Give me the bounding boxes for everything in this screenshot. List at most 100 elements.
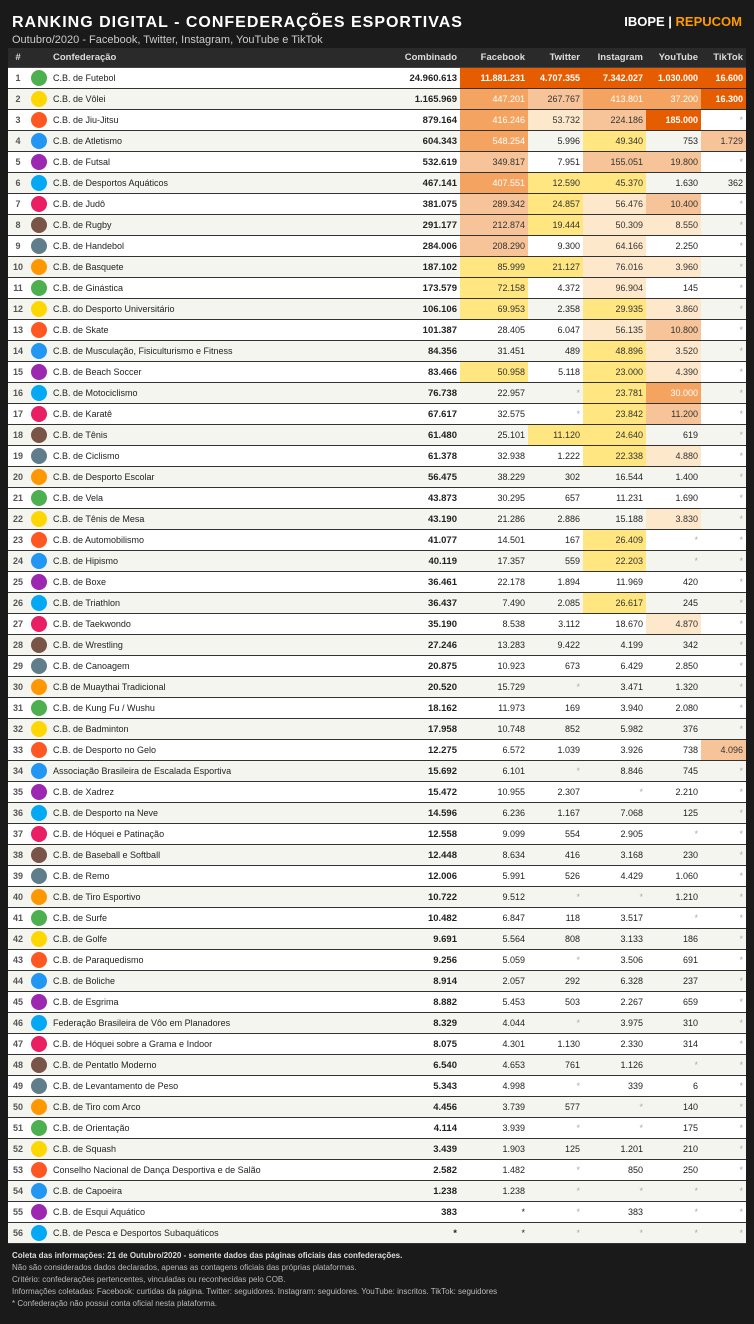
col-twitter: Twitter: [528, 48, 583, 68]
logo-cell: [28, 1076, 50, 1097]
confederation-name: C.B. de Judô: [50, 194, 385, 215]
combined-value: 41.077: [385, 530, 460, 551]
youtube-value: 314: [646, 1034, 701, 1055]
facebook-value: 349.817: [460, 152, 528, 173]
instagram-value: 3.133: [583, 929, 646, 950]
rank-cell: 25: [8, 572, 28, 593]
instagram-value: 11.969: [583, 572, 646, 593]
rank-cell: 43: [8, 950, 28, 971]
youtube-value: 145: [646, 278, 701, 299]
header-left: RANKING DIGITAL - CONFEDERAÇÕES ESPORTIV…: [12, 14, 463, 46]
twitter-value: 5.118: [528, 362, 583, 383]
table-row: 17C.B. de Karatê67.61732.575*23.84211.20…: [8, 404, 746, 425]
instagram-value: 64.166: [583, 236, 646, 257]
youtube-value: 376: [646, 719, 701, 740]
instagram-value: *: [583, 782, 646, 803]
combined-value: 36.437: [385, 593, 460, 614]
twitter-value: *: [528, 404, 583, 425]
facebook-value: 9.512: [460, 887, 528, 908]
youtube-value: 19.800: [646, 152, 701, 173]
tiktok-value: *: [701, 257, 746, 278]
youtube-value: 11.200: [646, 404, 701, 425]
rank-cell: 31: [8, 698, 28, 719]
logo-cell: [28, 614, 50, 635]
table-row: 14C.B. de Musculação, Fisiculturismo e F…: [8, 341, 746, 362]
confederation-name: C.B. de Rugby: [50, 215, 385, 236]
rank-cell: 42: [8, 929, 28, 950]
twitter-value: 2.307: [528, 782, 583, 803]
tiktok-value: *: [701, 1097, 746, 1118]
instagram-value: *: [583, 887, 646, 908]
confederation-name: C.B. de Boliche: [50, 971, 385, 992]
logo-cell: [28, 425, 50, 446]
confederation-name: C.B. de Orientação: [50, 1118, 385, 1139]
tiktok-value: 16.600: [701, 68, 746, 89]
tiktok-value: *: [701, 677, 746, 698]
youtube-value: 37.200: [646, 89, 701, 110]
rank-cell: 24: [8, 551, 28, 572]
tiktok-value: *: [701, 509, 746, 530]
confederation-name: C.B. de Tênis de Mesa: [50, 509, 385, 530]
instagram-value: 850: [583, 1160, 646, 1181]
facebook-value: 32.938: [460, 446, 528, 467]
instagram-value: 56.476: [583, 194, 646, 215]
table-row: 32C.B. de Badminton17.95810.7488525.9823…: [8, 719, 746, 740]
combined-value: 14.596: [385, 803, 460, 824]
twitter-value: 489: [528, 341, 583, 362]
logo-cell: [28, 341, 50, 362]
confederation-name: C.B. de Desporto na Neve: [50, 803, 385, 824]
facebook-value: 5.991: [460, 866, 528, 887]
confederation-name: C.B. de Hóquei sobre a Grama e Indoor: [50, 1034, 385, 1055]
facebook-value: 17.357: [460, 551, 528, 572]
logo-cell: [28, 488, 50, 509]
col-rank: #: [8, 48, 28, 68]
instagram-value: 23.842: [583, 404, 646, 425]
table-row: 51C.B. de Orientação4.1143.939**175*: [8, 1118, 746, 1139]
twitter-value: 167: [528, 530, 583, 551]
table-row: 50C.B. de Tiro com Arco4.4563.739577*140…: [8, 1097, 746, 1118]
confederation-name: C.B. de Pentatlo Moderno: [50, 1055, 385, 1076]
combined-value: 84.356: [385, 341, 460, 362]
facebook-value: 25.101: [460, 425, 528, 446]
instagram-value: 26.409: [583, 530, 646, 551]
combined-value: 61.378: [385, 446, 460, 467]
logo-cell: [28, 257, 50, 278]
logo-cell: [28, 761, 50, 782]
tiktok-value: *: [701, 110, 746, 131]
youtube-value: 4.880: [646, 446, 701, 467]
tiktok-value: 1.729: [701, 131, 746, 152]
table-row: 49C.B. de Levantamento de Peso5.3434.998…: [8, 1076, 746, 1097]
col-logo: [28, 48, 50, 68]
tiktok-value: *: [701, 278, 746, 299]
confederation-name: C.B. de Triathlon: [50, 593, 385, 614]
confederation-name: Conselho Nacional de Dança Desportiva e …: [50, 1160, 385, 1181]
confederation-name: Associação Brasileira de Escalada Esport…: [50, 761, 385, 782]
confederation-name: C.B. de Desporto Escolar: [50, 467, 385, 488]
instagram-value: *: [583, 1223, 646, 1244]
rank-cell: 35: [8, 782, 28, 803]
facebook-value: 72.158: [460, 278, 528, 299]
combined-value: 56.475: [385, 467, 460, 488]
twitter-value: 5.996: [528, 131, 583, 152]
table-row: 6C.B. de Desportos Aquáticos467.141407.5…: [8, 173, 746, 194]
facebook-value: 6.847: [460, 908, 528, 929]
youtube-value: 2.250: [646, 236, 701, 257]
facebook-value: 1.238: [460, 1181, 528, 1202]
twitter-value: 11.120: [528, 425, 583, 446]
logo-cell: [28, 1139, 50, 1160]
instagram-value: 4.429: [583, 866, 646, 887]
youtube-value: 230: [646, 845, 701, 866]
instagram-value: 18.670: [583, 614, 646, 635]
tiktok-value: *: [701, 1160, 746, 1181]
combined-value: 43.873: [385, 488, 460, 509]
tiktok-value: *: [701, 1181, 746, 1202]
instagram-value: 3.506: [583, 950, 646, 971]
tiktok-value: *: [701, 299, 746, 320]
rank-cell: 33: [8, 740, 28, 761]
combined-value: 67.617: [385, 404, 460, 425]
facebook-value: 6.236: [460, 803, 528, 824]
facebook-value: 4.998: [460, 1076, 528, 1097]
table-row: 45C.B. de Esgrima8.8825.4535032.267659*: [8, 992, 746, 1013]
twitter-value: 577: [528, 1097, 583, 1118]
youtube-value: *: [646, 1181, 701, 1202]
